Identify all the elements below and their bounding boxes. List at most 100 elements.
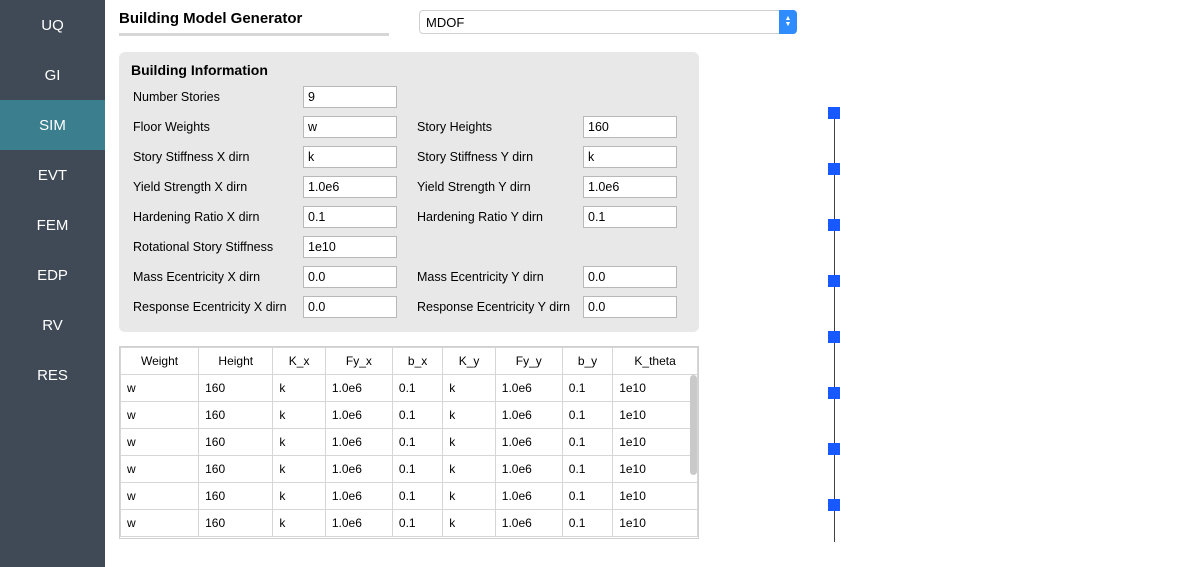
mass-ecc-x-label: Mass Ecentricity X dirn	[133, 270, 303, 284]
col-header[interactable]: Weight	[121, 348, 199, 375]
table-cell[interactable]: 160	[199, 375, 273, 402]
stiffness-x-input[interactable]	[303, 146, 397, 168]
table-cell[interactable]: 0.1	[562, 483, 612, 510]
table-cell[interactable]: 160	[199, 510, 273, 537]
yield-y-input[interactable]	[583, 176, 677, 198]
table-cell[interactable]: 160	[199, 429, 273, 456]
form-grid: Number Stories Floor Weights Story Heigh…	[133, 86, 685, 318]
table-cell[interactable]: 0.1	[392, 429, 442, 456]
table-cell[interactable]: 0.1	[562, 402, 612, 429]
table-cell[interactable]: 1.0e6	[325, 402, 392, 429]
table-cell[interactable]: 0.1	[392, 456, 442, 483]
table-cell[interactable]: 1e10	[613, 510, 698, 537]
story-heights-label: Story Heights	[417, 120, 583, 134]
table-cell[interactable]: 1e10	[613, 402, 698, 429]
table-row[interactable]: w160k1.0e60.1k1.0e60.11e10	[121, 375, 698, 402]
table-cell[interactable]: 160	[199, 456, 273, 483]
table-cell[interactable]: k	[273, 456, 325, 483]
sidebar-item-rv[interactable]: RV	[0, 300, 105, 350]
stiffness-y-input[interactable]	[583, 146, 677, 168]
table-cell[interactable]: k	[443, 483, 495, 510]
sidebar-item-evt[interactable]: EVT	[0, 150, 105, 200]
rotational-input[interactable]	[303, 236, 397, 258]
story-table[interactable]: WeightHeightK_xFy_xb_xK_yFy_yb_yK_theta …	[120, 347, 698, 537]
table-cell[interactable]: 1e10	[613, 375, 698, 402]
table-cell[interactable]: k	[273, 429, 325, 456]
col-header[interactable]: Height	[199, 348, 273, 375]
mass-ecc-x-input[interactable]	[303, 266, 397, 288]
hardening-x-input[interactable]	[303, 206, 397, 228]
scrollbar-thumb[interactable]	[690, 375, 697, 475]
sidebar-item-res[interactable]: RES	[0, 350, 105, 400]
header-row: Building Model Generator MDOF ▲▼	[119, 10, 1177, 36]
table-cell[interactable]: k	[443, 402, 495, 429]
hardening-y-input[interactable]	[583, 206, 677, 228]
table-cell[interactable]: k	[273, 510, 325, 537]
table-cell[interactable]: 1.0e6	[495, 429, 562, 456]
table-cell[interactable]: 0.1	[562, 375, 612, 402]
table-cell[interactable]: 1.0e6	[495, 483, 562, 510]
table-cell[interactable]: w	[121, 456, 199, 483]
sidebar-item-fem[interactable]: FEM	[0, 200, 105, 250]
sidebar-item-gi[interactable]: GI	[0, 50, 105, 100]
table-row[interactable]: w160k1.0e60.1k1.0e60.11e10	[121, 402, 698, 429]
table-cell[interactable]: 1e10	[613, 456, 698, 483]
col-header[interactable]: b_y	[562, 348, 612, 375]
floor-weights-input[interactable]	[303, 116, 397, 138]
yield-x-input[interactable]	[303, 176, 397, 198]
table-cell[interactable]: 1.0e6	[325, 375, 392, 402]
table-cell[interactable]: w	[121, 429, 199, 456]
hardening-x-label: Hardening Ratio X dirn	[133, 210, 303, 224]
table-cell[interactable]: w	[121, 483, 199, 510]
table-cell[interactable]: 0.1	[562, 456, 612, 483]
table-cell[interactable]: 1.0e6	[495, 375, 562, 402]
table-cell[interactable]: k	[443, 456, 495, 483]
rotational-label: Rotational Story Stiffness	[133, 240, 303, 254]
story-heights-input[interactable]	[583, 116, 677, 138]
table-cell[interactable]: w	[121, 402, 199, 429]
sidebar-item-uq[interactable]: UQ	[0, 0, 105, 50]
table-cell[interactable]: k	[443, 510, 495, 537]
table-cell[interactable]: w	[121, 375, 199, 402]
col-header[interactable]: Fy_y	[495, 348, 562, 375]
table-cell[interactable]: 1.0e6	[495, 402, 562, 429]
table-cell[interactable]: k	[443, 375, 495, 402]
table-cell[interactable]: k	[273, 483, 325, 510]
table-cell[interactable]: k	[273, 402, 325, 429]
table-row[interactable]: w160k1.0e60.1k1.0e60.11e10	[121, 456, 698, 483]
table-cell[interactable]: 1e10	[613, 483, 698, 510]
table-cell[interactable]: 0.1	[392, 510, 442, 537]
col-header[interactable]: K_x	[273, 348, 325, 375]
table-cell[interactable]: 1.0e6	[325, 429, 392, 456]
table-cell[interactable]: 160	[199, 483, 273, 510]
table-cell[interactable]: 0.1	[392, 402, 442, 429]
table-cell[interactable]: 1.0e6	[325, 483, 392, 510]
table-cell[interactable]: k	[273, 375, 325, 402]
table-cell[interactable]: 160	[199, 402, 273, 429]
table-row[interactable]: w160k1.0e60.1k1.0e60.11e10	[121, 429, 698, 456]
table-cell[interactable]: k	[443, 429, 495, 456]
sidebar-item-sim[interactable]: SIM	[0, 100, 105, 150]
table-cell[interactable]: 0.1	[562, 510, 612, 537]
col-header[interactable]: b_x	[392, 348, 442, 375]
resp-ecc-x-input[interactable]	[303, 296, 397, 318]
table-row[interactable]: w160k1.0e60.1k1.0e60.11e10	[121, 510, 698, 537]
table-cell[interactable]: 0.1	[392, 375, 442, 402]
table-cell[interactable]: 1.0e6	[495, 456, 562, 483]
table-cell[interactable]: 1.0e6	[325, 456, 392, 483]
table-cell[interactable]: 1.0e6	[325, 510, 392, 537]
resp-ecc-y-input[interactable]	[583, 296, 677, 318]
mass-ecc-y-input[interactable]	[583, 266, 677, 288]
col-header[interactable]: K_theta	[613, 348, 698, 375]
number-stories-input[interactable]	[303, 86, 397, 108]
table-cell[interactable]: w	[121, 510, 199, 537]
table-cell[interactable]: 1e10	[613, 429, 698, 456]
table-row[interactable]: w160k1.0e60.1k1.0e60.11e10	[121, 483, 698, 510]
table-cell[interactable]: 0.1	[392, 483, 442, 510]
table-cell[interactable]: 0.1	[562, 429, 612, 456]
col-header[interactable]: Fy_x	[325, 348, 392, 375]
model-select[interactable]: MDOF	[419, 10, 797, 34]
table-cell[interactable]: 1.0e6	[495, 510, 562, 537]
col-header[interactable]: K_y	[443, 348, 495, 375]
sidebar-item-edp[interactable]: EDP	[0, 250, 105, 300]
